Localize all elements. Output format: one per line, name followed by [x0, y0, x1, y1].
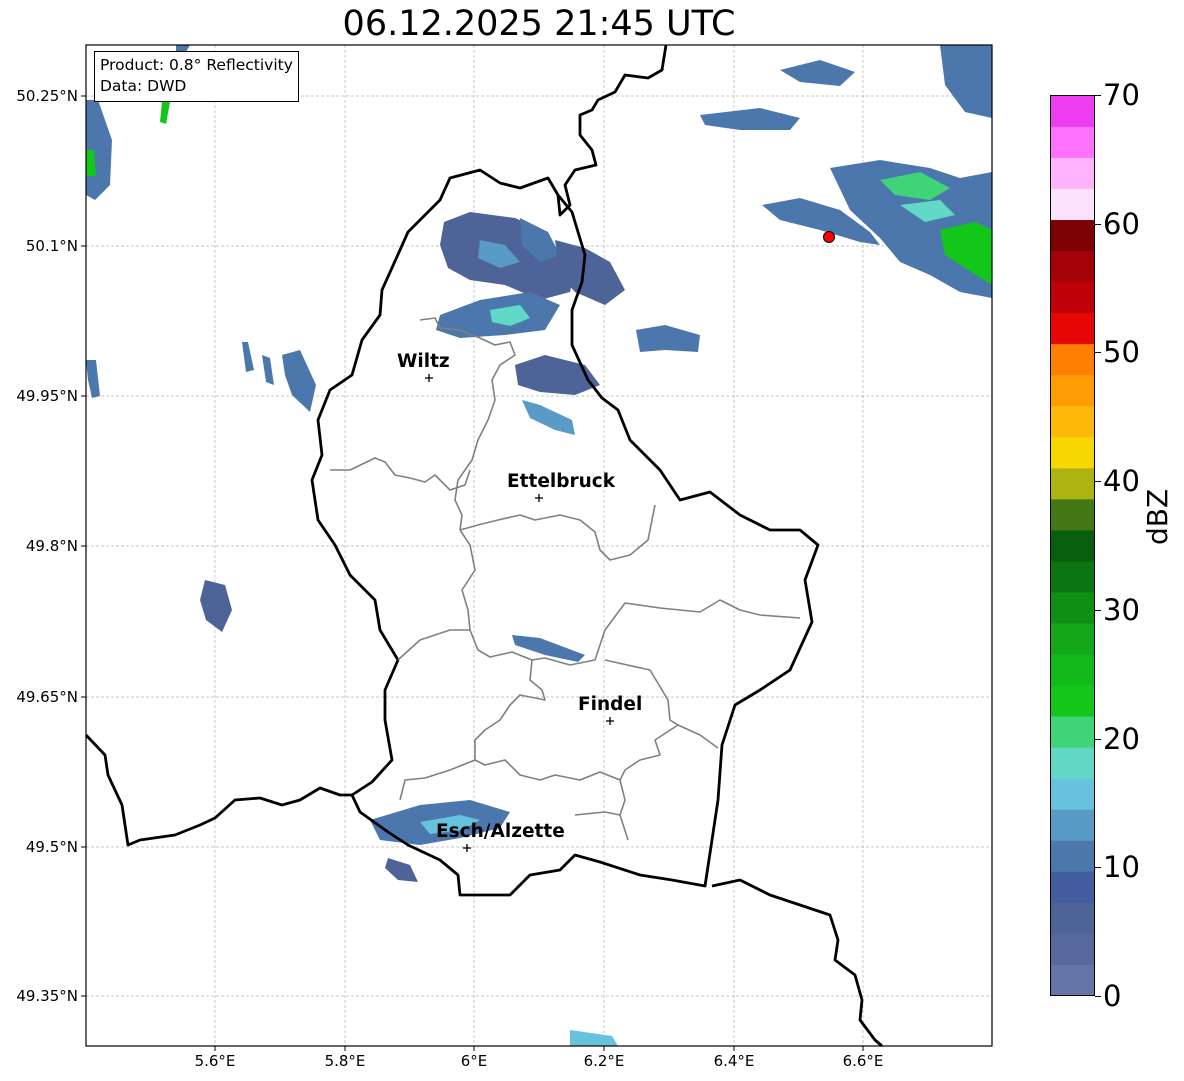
colorbar-tick-label: 50: [1103, 335, 1140, 370]
colorbar-segment: [1050, 436, 1095, 469]
colorbar-segment: [1050, 902, 1095, 934]
city-label-ettelbruck: Ettelbruck: [507, 471, 616, 492]
colorbar-segment: [1050, 250, 1095, 283]
colorbar-tick-label: 0: [1103, 979, 1122, 1013]
data-source-label: Data: DWD: [100, 77, 187, 95]
city-label-wiltz: Wiltz: [397, 351, 450, 372]
city-label-findel: Findel: [578, 694, 643, 715]
france-germany-border: [711, 878, 883, 1048]
colorbar-tick: [1095, 481, 1101, 483]
colorbar-segment: [1050, 933, 1095, 965]
colorbar-segment: [1050, 188, 1095, 221]
radar-map: [81, 44, 993, 1051]
radar-echoes: [86, 45, 992, 1046]
colorbar-tick: [1095, 95, 1101, 96]
city-label-esch-alzette: Esch/Alzette: [436, 821, 565, 842]
colorbar-segment: [1050, 219, 1095, 252]
colorbar-segment: [1050, 685, 1095, 717]
colorbar-tick-label: 70: [1103, 78, 1140, 112]
canton-borders: [330, 317, 801, 841]
lat-label: 49.95°N: [16, 387, 78, 405]
colorbar-tick: [1095, 867, 1101, 869]
product-info-box: Product: 0.8° Reflectivity Data: DWD: [94, 51, 299, 102]
lat-label: 50.1°N: [25, 237, 78, 255]
colorbar-segment: [1050, 871, 1095, 903]
colorbar-segment: [1050, 126, 1095, 158]
colorbar-segment: [1050, 312, 1095, 345]
colorbar-tick-label: 30: [1103, 592, 1140, 627]
colorbar-tick-label: 10: [1103, 850, 1140, 885]
radar-site-marker: [823, 231, 835, 243]
colorbar-segment: [1050, 623, 1095, 655]
colorbar-segment: [1050, 281, 1095, 314]
colorbar-tick: [1095, 223, 1101, 225]
lon-label: 6.4°E: [713, 1052, 755, 1070]
colorbar-tick: [1095, 609, 1101, 611]
colorbar-segment: [1050, 467, 1095, 500]
lat-label: 50.25°N: [16, 87, 78, 105]
colorbar-label: dBZ: [1141, 488, 1174, 545]
colorbar-segment: [1050, 374, 1095, 407]
lat-label: 49.5°N: [25, 838, 78, 856]
belgium-france-border: [84, 734, 352, 847]
colorbar-segment: [1050, 498, 1095, 531]
colorbar-tick: [1095, 352, 1101, 354]
colorbar-tick-label: 20: [1103, 721, 1140, 756]
lon-label: 6.2°E: [583, 1052, 625, 1070]
lon-label: 5.6°E: [194, 1052, 236, 1070]
lat-label: 49.8°N: [25, 537, 78, 555]
colorbar-segment: [1050, 654, 1095, 686]
lon-label: 5.8°E: [324, 1052, 366, 1070]
colorbar-tick-label: 40: [1103, 464, 1140, 499]
lat-label: 49.35°N: [16, 987, 78, 1005]
colorbar-tick: [1095, 996, 1101, 997]
colorbar-tick: [1095, 738, 1101, 740]
lon-label: 6.6°E: [842, 1052, 884, 1070]
colorbar-segment: [1050, 716, 1095, 748]
colorbar-segment: [1050, 529, 1095, 562]
colorbar-segment: [1050, 405, 1095, 438]
colorbar-segment: [1050, 561, 1095, 593]
colorbar-segment: [1050, 778, 1095, 810]
product-label: Product: 0.8° Reflectivity: [100, 56, 293, 74]
colorbar-segment: [1050, 343, 1095, 376]
colorbar-segment: [1050, 157, 1095, 189]
colorbar-segment: [1050, 592, 1095, 624]
lon-label: 6°E: [460, 1052, 488, 1070]
germany-border: [556, 44, 668, 217]
colorbar-segment: [1050, 809, 1095, 841]
colorbar-segment: [1050, 964, 1095, 996]
colorbar-tick-label: 60: [1103, 206, 1140, 241]
city-markers: [425, 374, 614, 852]
colorbar-segment: [1050, 95, 1095, 127]
dbz-colorbar: [1050, 95, 1095, 996]
lat-label: 49.65°N: [16, 688, 78, 706]
colorbar-segment: [1050, 747, 1095, 779]
colorbar-segment: [1050, 840, 1095, 872]
